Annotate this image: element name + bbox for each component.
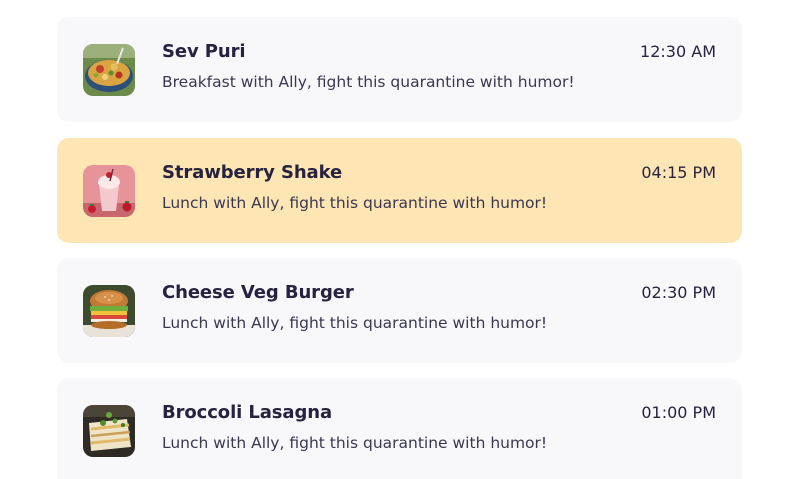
meal-title: Sev Puri	[162, 41, 246, 62]
meal-card-cheese-veg-burger[interactable]: Cheese Veg Burger Lunch with Ally, fight…	[57, 258, 742, 363]
meal-list: Sev Puri Breakfast with Ally, fight this…	[0, 0, 800, 479]
meal-card-broccoli-lasagna[interactable]: Broccoli Lasagna Lunch with Ally, fight …	[57, 378, 742, 479]
meal-description: Breakfast with Ally, fight this quaranti…	[162, 73, 575, 91]
burger-image	[83, 285, 135, 337]
meal-time: 01:00 PM	[641, 403, 716, 422]
strawberry-shake-image	[83, 165, 135, 217]
meal-time: 02:30 PM	[641, 283, 716, 302]
meal-time: 12:30 AM	[640, 42, 716, 61]
meal-card-sev-puri[interactable]: Sev Puri Breakfast with Ally, fight this…	[57, 17, 742, 122]
meal-title: Strawberry Shake	[162, 162, 343, 183]
lasagna-image	[83, 405, 135, 457]
meal-time: 04:15 PM	[641, 163, 716, 182]
sev-puri-image	[83, 44, 135, 96]
meal-description: Lunch with Ally, fight this quarantine w…	[162, 434, 548, 452]
meal-description: Lunch with Ally, fight this quarantine w…	[162, 314, 548, 332]
meal-title: Cheese Veg Burger	[162, 282, 354, 303]
meal-card-strawberry-shake[interactable]: Strawberry Shake Lunch with Ally, fight …	[57, 138, 742, 243]
meal-title: Broccoli Lasagna	[162, 402, 332, 423]
meal-description: Lunch with Ally, fight this quarantine w…	[162, 194, 548, 212]
